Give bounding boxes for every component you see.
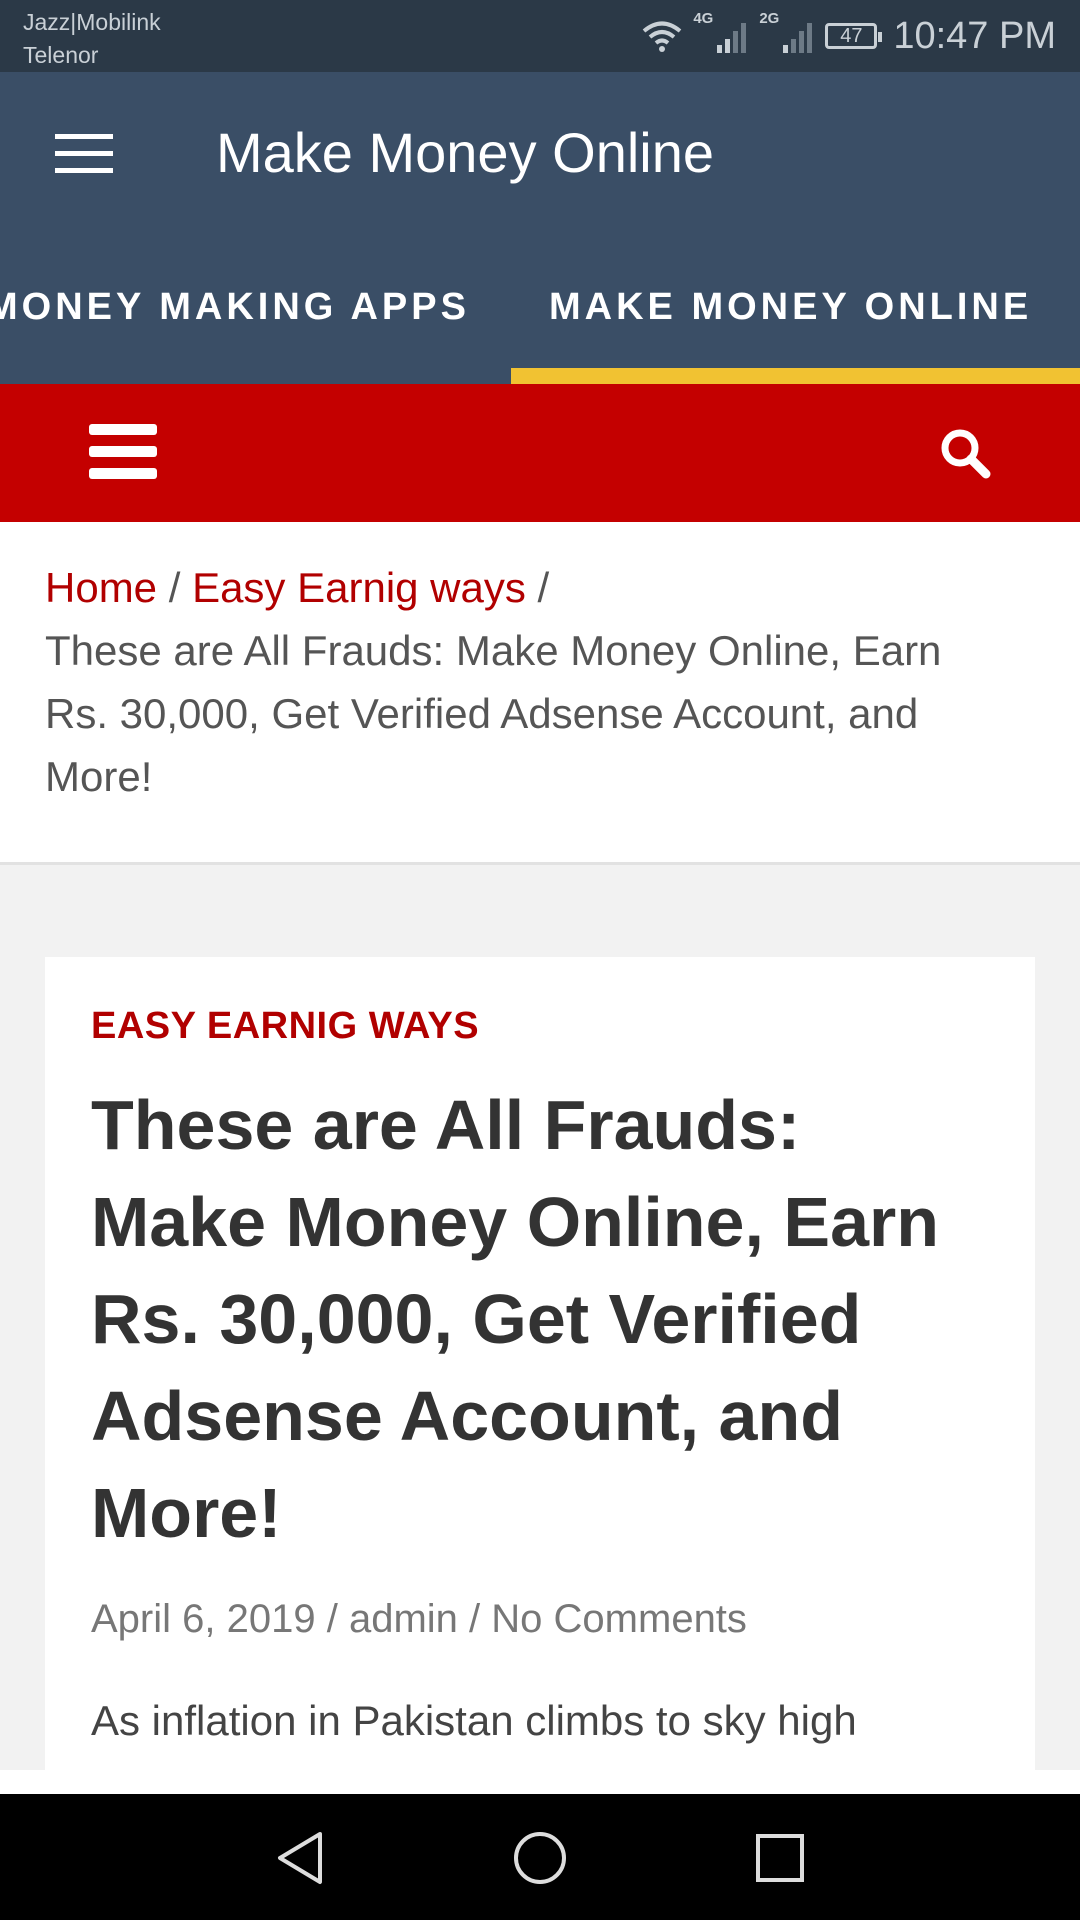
article-meta: April 6, 2019 / admin / No Comments [91,1597,747,1642]
signal-icon [783,23,813,53]
article-card: EASY EARNIG WAYS These are All Frauds: M… [45,957,1035,1770]
home-icon[interactable] [512,1830,568,1886]
breadcrumb-separator: / [168,564,181,611]
article-comments[interactable]: No Comments [491,1597,747,1641]
red-toolbar [0,384,1080,522]
search-icon[interactable] [938,426,992,480]
status-icons: 4G 2G 47 10:47 PM [641,10,1056,62]
battery-level: 47 [840,24,863,47]
site-title[interactable]: Make Money Online [216,120,714,185]
nav-item-money-making-apps[interactable]: MONEY MAKING APPS [0,286,470,329]
signal-label-1: 4G [693,10,714,27]
nav-item-make-money-online[interactable]: MAKE MONEY ONLINE [549,286,1032,329]
breadcrumb: Home / Easy Earnig ways / These are All … [45,556,1005,808]
active-nav-indicator [511,368,1080,384]
back-icon[interactable] [272,1830,328,1886]
hamburger-menu-icon[interactable] [55,134,113,174]
signal-icon [717,23,747,53]
site-header: Make Money Online MONEY MAKING APPS MAKE… [0,72,1080,384]
recents-icon[interactable] [752,1830,808,1886]
signal-label-2: 2G [759,10,780,27]
breadcrumb-area: Home / Easy Earnig ways / These are All … [0,522,1080,865]
battery-icon: 47 [825,23,883,49]
article-date[interactable]: April 6, 2019 [91,1597,316,1641]
article-author[interactable]: admin [349,1597,458,1641]
meta-separator: / [469,1597,481,1641]
article-title: These are All Frauds: Make Money Online,… [91,1086,939,1552]
carrier-info: Jazz|Mobilink Telenor [23,6,161,72]
breadcrumb-separator: / [537,564,550,611]
article-excerpt: As inflation in Pakistan climbs to sky h… [91,1697,857,1744]
carrier-line-2: Telenor [23,42,99,68]
breadcrumb-category-link[interactable]: Easy Earnig ways [192,564,526,611]
meta-separator: / [326,1597,338,1641]
menu-icon[interactable] [89,424,157,480]
wifi-icon [643,21,682,52]
carrier-line-1: Jazz|Mobilink [23,9,161,35]
breadcrumb-current: These are All Frauds: Make Money Online,… [45,627,942,800]
clock: 10:47 PM [893,14,1056,57]
system-navigation-bar [0,1794,1080,1920]
article-category-link[interactable]: EASY EARNIG WAYS [91,1005,479,1048]
breadcrumb-home-link[interactable]: Home [45,564,157,611]
content-bottom-edge [0,1770,1080,1794]
status-bar: Jazz|Mobilink Telenor 4G 2G 47 10:47 PM [0,0,1080,72]
